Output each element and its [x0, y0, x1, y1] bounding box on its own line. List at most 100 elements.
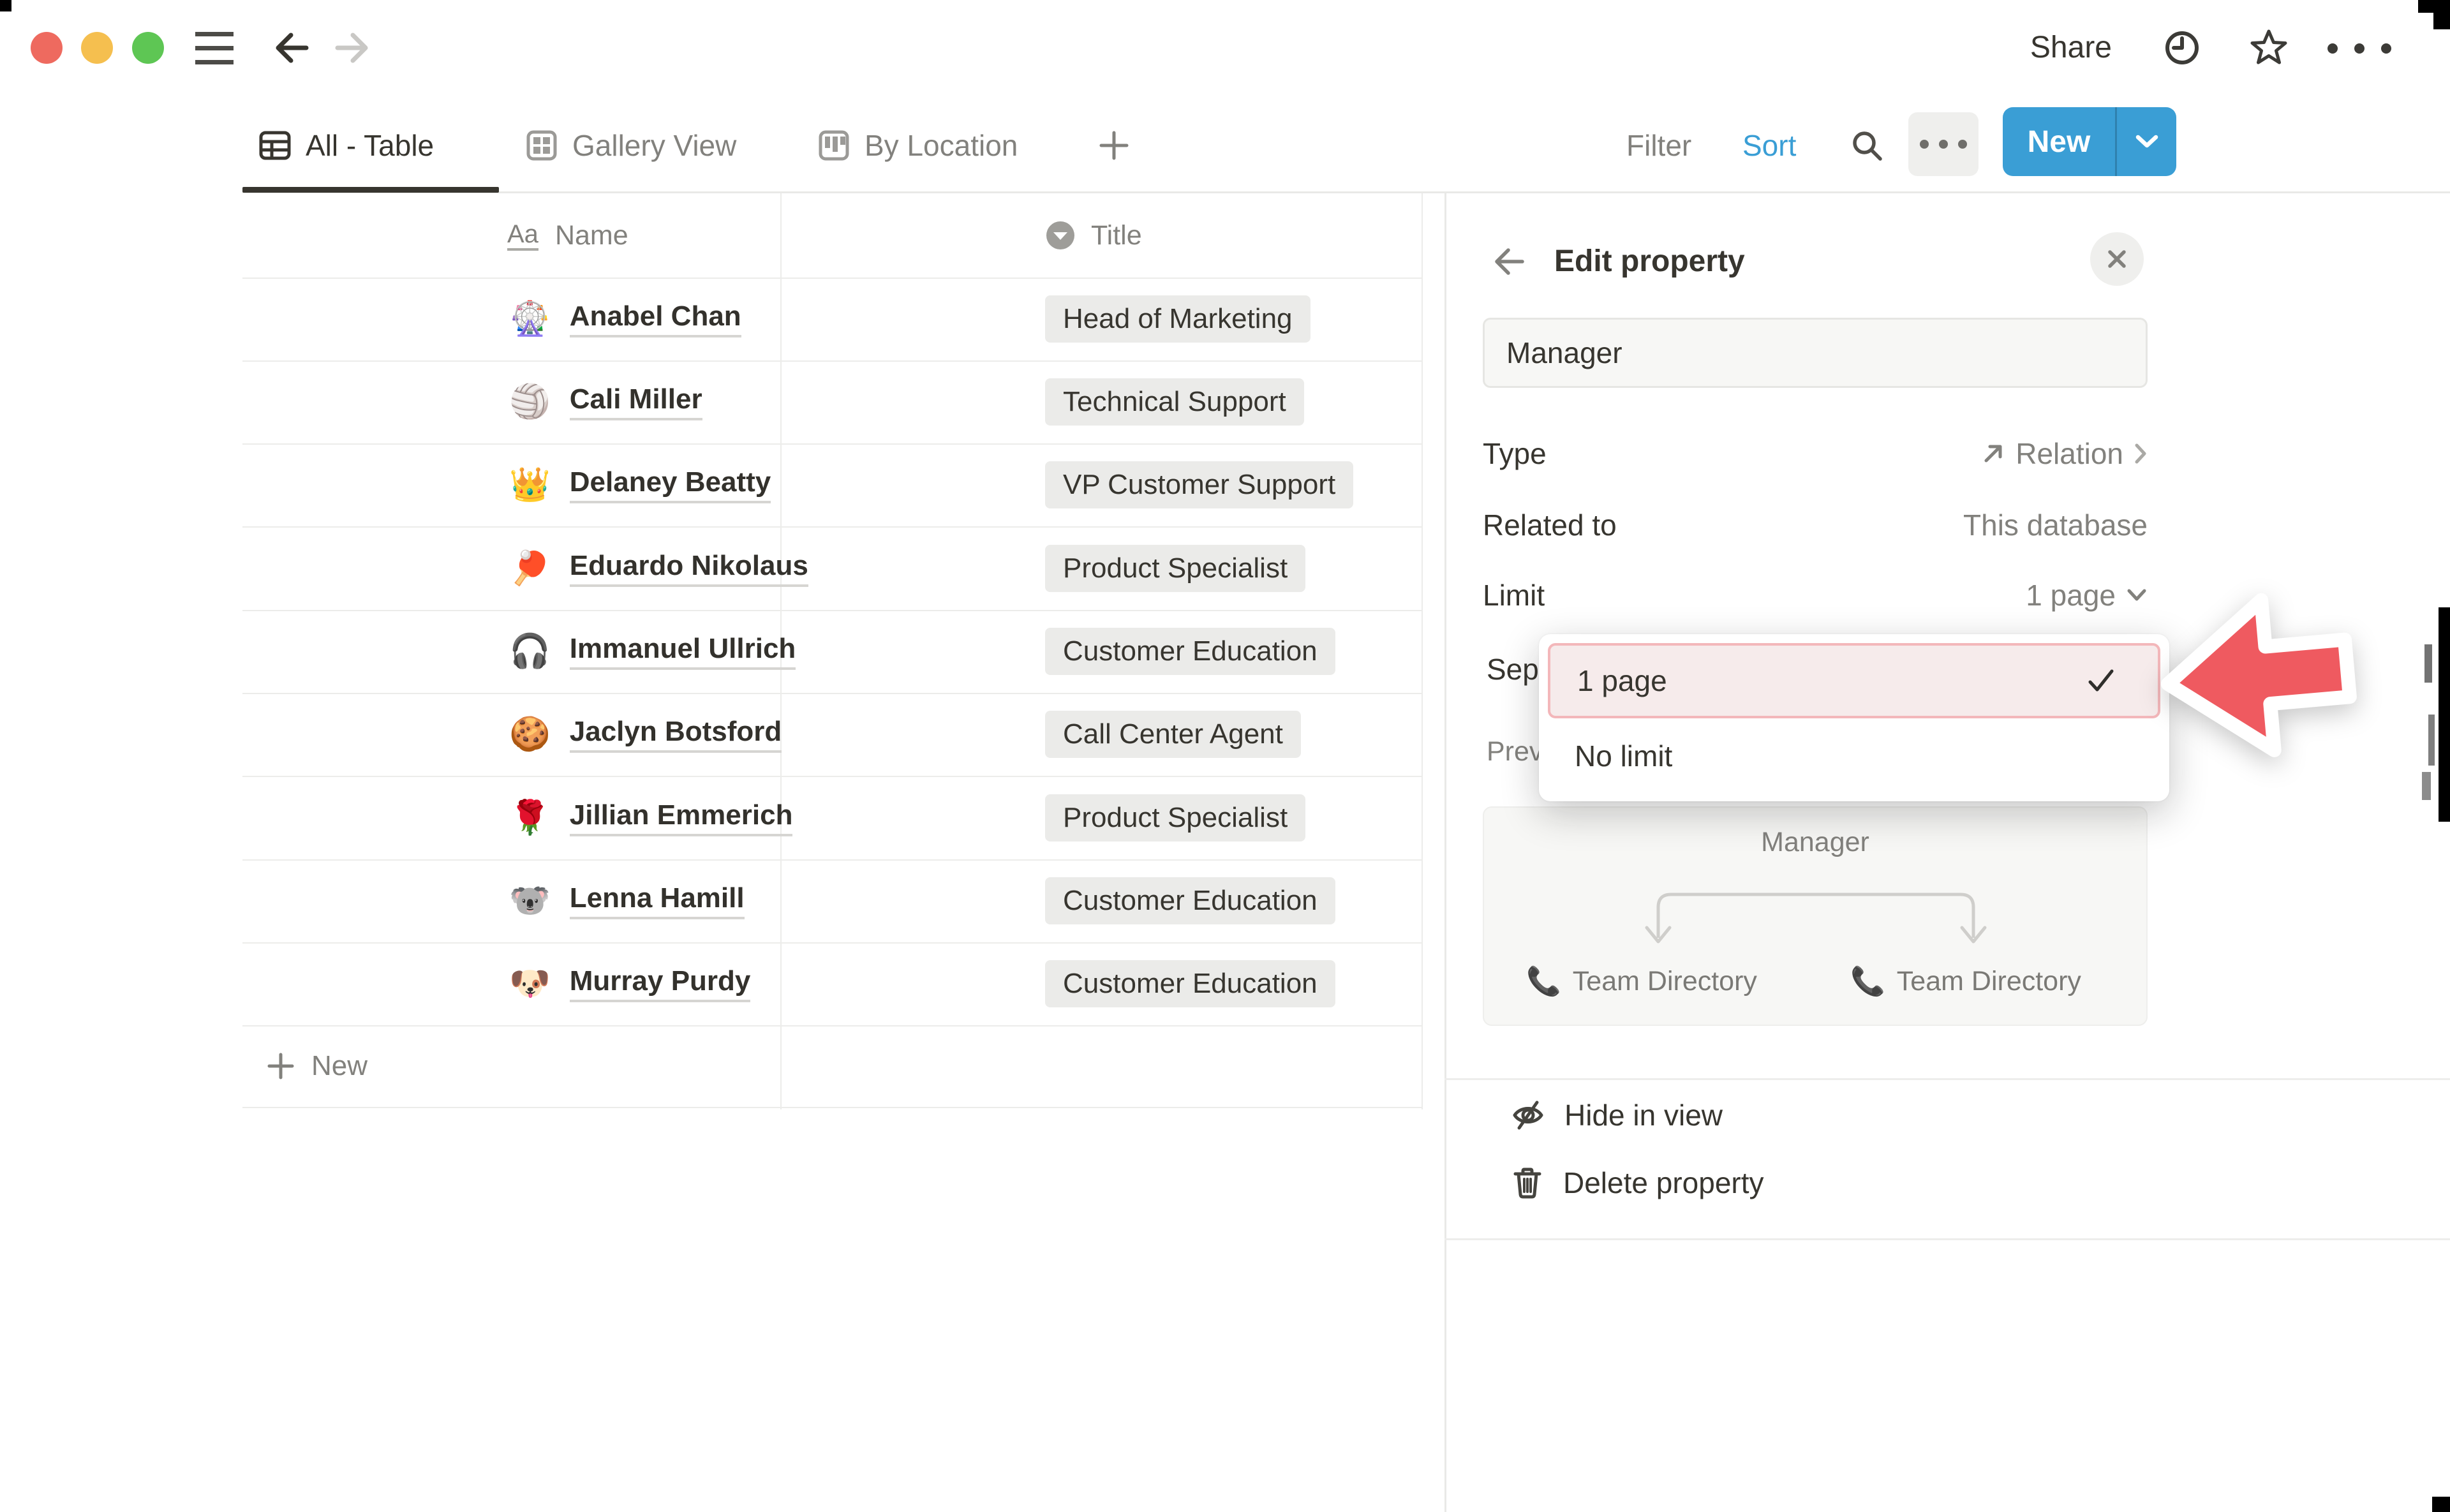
title-tag[interactable]: Call Center Agent [1045, 711, 1301, 758]
board-view-icon [817, 129, 850, 162]
field-row-related-to[interactable]: Related to This database [1483, 505, 2148, 545]
table-row[interactable]: 🏐 Cali Miller Technical Support [242, 360, 1422, 445]
page-name[interactable]: Jaclyn Botsford [570, 716, 782, 753]
section-divider [1444, 1238, 2450, 1240]
title-tag[interactable]: Product Specialist [1045, 545, 1305, 592]
forward-arrow-icon[interactable] [334, 30, 369, 66]
table-row[interactable]: 🐶 Murray Purdy Customer Education [242, 942, 1422, 1027]
field-row-type[interactable]: Type Relation [1483, 434, 2148, 473]
scan-artifact [2439, 607, 2450, 822]
active-tab-underline [242, 187, 499, 193]
table-row[interactable]: 👑 Delaney Beatty VP Customer Support [242, 443, 1422, 528]
table-row[interactable]: 🍪 Jaclyn Botsford Call Center Agent [242, 693, 1422, 777]
chevron-down-icon [2135, 134, 2159, 149]
check-icon [2086, 668, 2116, 693]
page-emoji: 🍪 [509, 715, 551, 753]
text-property-icon: Aa [507, 220, 538, 251]
hide-in-view-button[interactable]: Hide in view [1511, 1099, 1723, 1132]
page-emoji: 🐨 [509, 882, 551, 920]
title-tag[interactable]: VP Customer Support [1045, 461, 1353, 508]
search-icon[interactable] [1849, 128, 1885, 163]
property-name-input[interactable] [1483, 318, 2148, 388]
page-emoji: 🏐 [509, 383, 551, 421]
new-button[interactable]: New [2003, 107, 2176, 176]
page-emoji: 🌹 [509, 799, 551, 837]
new-row-button[interactable]: New [242, 1025, 1422, 1108]
favorite-star-icon[interactable] [2250, 28, 2288, 66]
limit-dropdown-menu: 1 page No limit [1539, 634, 2169, 801]
window-zoom-button[interactable] [132, 32, 164, 64]
table-row[interactable]: 🏓Eduardo Nikolaus Product Specialist [242, 527, 1422, 611]
page-name[interactable]: Jillian Emmerich [570, 799, 793, 836]
page-name[interactable]: Delaney Beatty [570, 466, 771, 503]
section-divider [1444, 1078, 2450, 1080]
panel-back-icon[interactable] [1493, 245, 1526, 278]
limit-option-1-page[interactable]: 1 page [1548, 643, 2160, 718]
window-minimize-button[interactable] [81, 32, 113, 64]
title-tag[interactable]: Product Specialist [1045, 794, 1305, 841]
panel-title: Edit property [1554, 244, 1745, 279]
table-row[interactable]: 🌹 Jillian Emmerich Product Specialist [242, 776, 1422, 861]
tab-by-location[interactable]: By Location [817, 114, 1018, 177]
page-emoji: 🎡 [509, 300, 551, 338]
scan-artifact [0, 0, 11, 11]
annotation-arrow [2131, 574, 2450, 804]
share-button[interactable]: Share [2010, 31, 2112, 64]
title-tag[interactable]: Customer Education [1045, 960, 1335, 1007]
table-row[interactable]: 🎧 Immanuel Ullrich Customer Education [242, 610, 1422, 694]
eye-off-icon [1511, 1098, 1545, 1132]
scan-artifact [2433, 0, 2450, 29]
gallery-view-icon [525, 129, 558, 162]
notion-window: Share All - Table Gallery View [0, 0, 2450, 1512]
phone-emoji: 📞 [1526, 965, 1561, 998]
panel-divider [1444, 193, 1446, 1512]
table-header-row: Aa Name Title [242, 193, 1422, 279]
preview-label-clipped: Prev [1487, 736, 1543, 767]
page-emoji: 👑 [509, 466, 551, 504]
new-dropdown-button[interactable] [2117, 107, 2176, 176]
filter-button[interactable]: Filter [1626, 129, 1691, 162]
more-options-icon[interactable] [2328, 43, 2391, 54]
table-right-border [1422, 193, 1423, 1109]
chevron-right-icon [2134, 442, 2148, 465]
title-tag[interactable]: Customer Education [1045, 877, 1335, 924]
title-tag[interactable]: Technical Support [1045, 378, 1304, 426]
trash-icon [1511, 1166, 1544, 1200]
updates-clock-icon[interactable] [2164, 30, 2200, 66]
column-header-title[interactable]: Title [1045, 220, 1142, 251]
tab-all-table[interactable]: All - Table [258, 114, 434, 177]
page-name[interactable]: Eduardo Nikolaus [570, 550, 808, 587]
limit-option-no-limit[interactable]: No limit [1548, 721, 2160, 791]
page-name[interactable]: Lenna Hamill [570, 882, 745, 919]
title-tag[interactable]: Head of Marketing [1045, 295, 1310, 343]
view-options-button[interactable] [1908, 112, 1979, 176]
page-name[interactable]: Murray Purdy [570, 965, 751, 1002]
page-name[interactable]: Anabel Chan [570, 300, 741, 337]
page-emoji: 🎧 [509, 632, 551, 671]
table-row[interactable]: 🎡 Anabel Chan Head of Marketing [242, 278, 1422, 362]
panel-close-button[interactable] [2090, 232, 2144, 286]
scan-artifact [2432, 1497, 2450, 1512]
phone-emoji: 📞 [1850, 965, 1885, 998]
page-name[interactable]: Cali Miller [570, 383, 702, 420]
sort-button[interactable]: Sort [1742, 129, 1796, 162]
page-name[interactable]: Immanuel Ullrich [570, 633, 796, 670]
separate-label-clipped: Sep [1487, 652, 1539, 686]
sidebar-menu-icon[interactable] [195, 32, 234, 64]
scan-artifact [2428, 715, 2435, 766]
table-row[interactable]: 🐨 Lenna Hamill Customer Education [242, 859, 1422, 944]
delete-property-button[interactable]: Delete property [1511, 1166, 1764, 1199]
back-arrow-icon[interactable] [274, 30, 310, 66]
new-button-label: New [2003, 107, 2115, 176]
preview-child-left: 📞 Team Directory [1526, 965, 1757, 998]
tab-gallery-view[interactable]: Gallery View [525, 114, 736, 177]
field-row-limit[interactable]: Limit 1 page [1483, 575, 2148, 615]
window-close-button[interactable] [31, 32, 63, 64]
title-tag[interactable]: Customer Education [1045, 628, 1335, 675]
page-emoji: 🐶 [509, 965, 551, 1003]
column-header-name[interactable]: Aa Name [507, 220, 628, 251]
plus-icon [267, 1052, 295, 1080]
close-icon [2106, 248, 2128, 270]
select-property-icon [1045, 220, 1076, 251]
add-view-plus-icon[interactable] [1099, 130, 1129, 161]
